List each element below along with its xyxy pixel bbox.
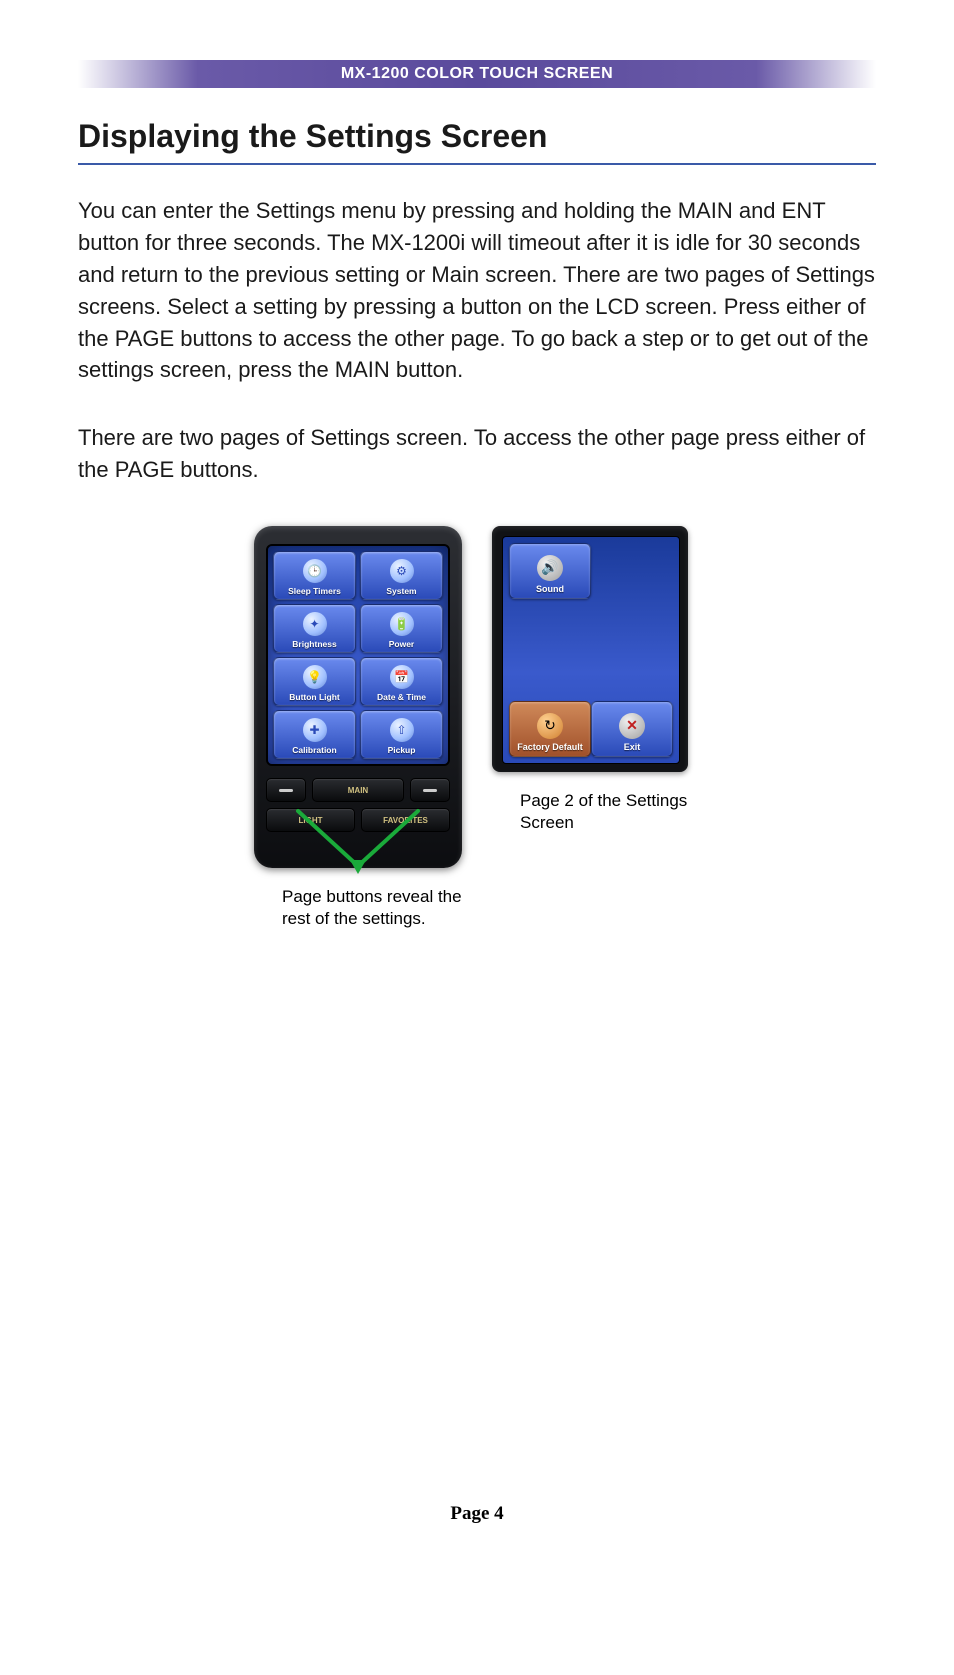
- factory-default-icon: ↻: [537, 713, 563, 739]
- pickup-label: Pickup: [388, 745, 416, 755]
- section-title: Displaying the Settings Screen: [78, 118, 876, 165]
- light-button[interactable]: LIGHT: [266, 808, 355, 832]
- header-text: MX-1200 COLOR TOUCH SCREEN: [341, 65, 613, 82]
- button-light-icon: 💡: [303, 665, 327, 689]
- figure-page2: 🔊 Sound ↻ Factory Default ✕ Exit Page 2 …: [492, 526, 700, 930]
- figure-row: 🕒 Sleep Timers ⚙ System ✦ Brightness 🔋 P…: [78, 526, 876, 930]
- sound-button[interactable]: 🔊 Sound: [509, 543, 591, 599]
- page-right-button[interactable]: [410, 778, 450, 802]
- caption-page1: Page buttons reveal the rest of the sett…: [282, 886, 462, 930]
- sleep-timers-label: Sleep Timers: [288, 586, 341, 596]
- button-light-label: Button Light: [289, 692, 340, 702]
- date-time-button[interactable]: 📅 Date & Time: [360, 657, 443, 706]
- favorites-button[interactable]: FAVORITES: [361, 808, 450, 832]
- header-bar: MX-1200 COLOR TOUCH SCREEN: [78, 60, 876, 88]
- hard-button-area: MAIN LIGHT FAVORITES: [266, 778, 450, 832]
- figure-page1: 🕒 Sleep Timers ⚙ System ✦ Brightness 🔋 P…: [254, 526, 462, 930]
- factory-default-label: Factory Default: [517, 742, 583, 752]
- power-button[interactable]: 🔋 Power: [360, 604, 443, 653]
- page-content: Displaying the Settings Screen You can e…: [78, 118, 876, 930]
- system-icon: ⚙: [390, 559, 414, 583]
- paragraph-1: You can enter the Settings menu by press…: [78, 195, 876, 386]
- calibration-label: Calibration: [292, 745, 336, 755]
- calibration-button[interactable]: ✚ Calibration: [273, 710, 356, 759]
- system-button[interactable]: ⚙ System: [360, 551, 443, 600]
- power-label: Power: [389, 639, 415, 649]
- lcd-screen: 🕒 Sleep Timers ⚙ System ✦ Brightness 🔋 P…: [266, 544, 450, 766]
- main-button[interactable]: MAIN: [312, 778, 404, 802]
- paragraph-2: There are two pages of Settings screen. …: [78, 422, 876, 486]
- brightness-label: Brightness: [292, 639, 336, 649]
- brightness-icon: ✦: [303, 612, 327, 636]
- exit-button[interactable]: ✕ Exit: [591, 701, 673, 757]
- date-time-label: Date & Time: [377, 692, 426, 702]
- brightness-button[interactable]: ✦ Brightness: [273, 604, 356, 653]
- page2-screen: 🔊 Sound ↻ Factory Default ✕ Exit: [502, 536, 680, 764]
- pickup-icon: ⇧: [390, 718, 414, 742]
- sleep-timers-button[interactable]: 🕒 Sleep Timers: [273, 551, 356, 600]
- sleep-timers-icon: 🕒: [303, 559, 327, 583]
- calibration-icon: ✚: [303, 718, 327, 742]
- remote-device: 🕒 Sleep Timers ⚙ System ✦ Brightness 🔋 P…: [254, 526, 462, 868]
- sound-label: Sound: [536, 584, 564, 594]
- caption-page2: Page 2 of the Settings Screen: [520, 790, 700, 834]
- pickup-button[interactable]: ⇧ Pickup: [360, 710, 443, 759]
- page-left-button[interactable]: [266, 778, 306, 802]
- sound-icon: 🔊: [537, 555, 563, 581]
- button-light-button[interactable]: 💡 Button Light: [273, 657, 356, 706]
- factory-default-button[interactable]: ↻ Factory Default: [509, 701, 591, 757]
- exit-label: Exit: [624, 742, 641, 752]
- page-footer: Page 4: [0, 1503, 954, 1525]
- page2-frame: 🔊 Sound ↻ Factory Default ✕ Exit: [492, 526, 688, 772]
- system-label: System: [386, 586, 416, 596]
- exit-icon: ✕: [619, 713, 645, 739]
- date-time-icon: 📅: [390, 665, 414, 689]
- power-icon: 🔋: [390, 612, 414, 636]
